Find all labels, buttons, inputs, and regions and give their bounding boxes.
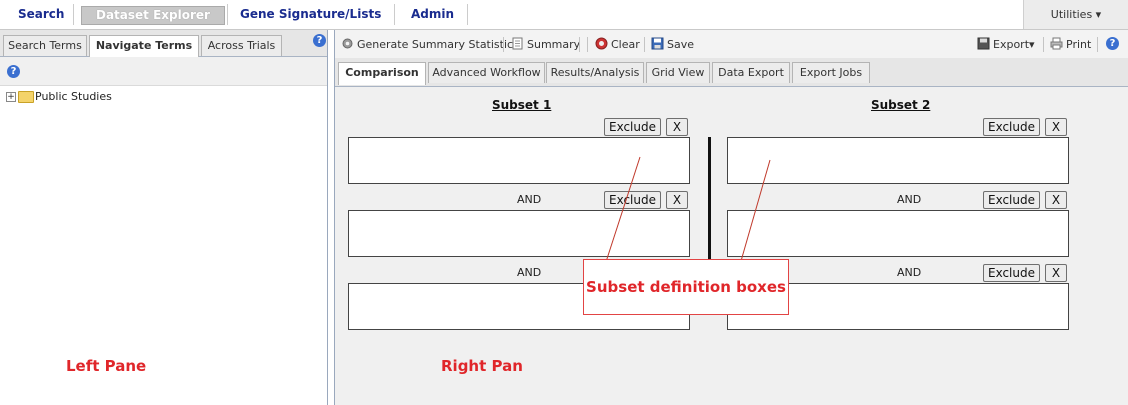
subset-1-title: Subset 1 [492, 98, 552, 112]
remove-button[interactable]: X [1045, 118, 1067, 136]
tab-navigate-terms[interactable]: Navigate Terms [89, 35, 199, 57]
help-icon[interactable]: ? [7, 65, 20, 78]
nav-search[interactable]: Search [18, 0, 64, 29]
summary-label: Summary [527, 38, 581, 51]
right-toolbar: Generate Summary Statistics Summary Clea… [335, 30, 1128, 59]
nav-dataset-explorer[interactable]: Dataset Explorer [81, 6, 225, 25]
top-navigation: Search Dataset Explorer Gene Signature/L… [0, 0, 1128, 30]
exclude-button[interactable]: Exclude [983, 191, 1040, 209]
export-label: Export▾ [993, 38, 1035, 51]
remove-button[interactable]: X [666, 191, 688, 209]
callout-box: Subset definition boxes [583, 259, 789, 315]
nav-gene-signature-lists[interactable]: Gene Signature/Lists [240, 0, 381, 29]
help-icon[interactable]: ? [313, 34, 326, 47]
tree-node-label[interactable]: Public Studies [35, 90, 112, 103]
toolbar-separator [1097, 37, 1098, 52]
printer-icon [1050, 37, 1063, 50]
nav-admin[interactable]: Admin [411, 0, 454, 29]
right-pane: Generate Summary Statistics Summary Clea… [334, 30, 1128, 405]
callout-text: Subset definition boxes [586, 278, 786, 296]
tab-search-terms[interactable]: Search Terms [3, 35, 87, 56]
left-tab-strip: Search Terms Navigate Terms Across Trial… [0, 30, 327, 57]
clear-button[interactable]: Clear [595, 37, 640, 53]
subset-1-definition-box-1[interactable] [348, 137, 690, 184]
nav-separator [73, 4, 74, 25]
expand-icon[interactable]: + [6, 92, 16, 102]
nav-separator [394, 4, 395, 25]
subset-1-definition-box-2[interactable] [348, 210, 690, 257]
exclude-button[interactable]: Exclude [604, 118, 661, 136]
remove-button[interactable]: X [1045, 264, 1067, 282]
tab-advanced-workflow[interactable]: Advanced Workflow [428, 62, 545, 83]
left-pane-annotation: Left Pane [66, 357, 147, 375]
and-label: AND [897, 193, 922, 206]
remove-button[interactable]: X [1045, 191, 1067, 209]
summary-statistics-button[interactable]: Generate Summary Statistics [341, 37, 519, 53]
left-pane-toolbar: ? [0, 57, 327, 86]
right-pane-annotation: Right Pan [441, 357, 523, 375]
subset-2-title: Subset 2 [871, 98, 931, 112]
subset-2-definition-box-2[interactable] [727, 210, 1069, 257]
nav-separator [467, 4, 468, 25]
save-label: Save [667, 38, 695, 51]
tab-export-jobs[interactable]: Export Jobs [792, 62, 870, 83]
utilities-menu[interactable]: Utilities ▾ [1023, 0, 1128, 29]
exclude-button[interactable]: Exclude [983, 264, 1040, 282]
toolbar-separator [1043, 37, 1044, 52]
help-icon[interactable]: ? [1106, 37, 1119, 50]
left-pane: Search Terms Navigate Terms Across Trial… [0, 30, 328, 405]
subset-divider [708, 137, 711, 259]
clear-icon [595, 37, 608, 50]
toolbar-separator [579, 37, 580, 52]
summary-statistics-label: Generate Summary Statistics [357, 38, 519, 51]
toolbar-separator [503, 37, 504, 52]
export-menu[interactable]: Export▾ [977, 37, 1035, 53]
and-label: AND [897, 266, 922, 279]
print-label: Print [1066, 38, 1092, 51]
toolbar-separator [587, 37, 588, 52]
and-label: AND [517, 193, 542, 206]
tab-results-analysis[interactable]: Results/Analysis [546, 62, 644, 83]
tab-comparison[interactable]: Comparison [338, 62, 426, 85]
exclude-button[interactable]: Exclude [604, 191, 661, 209]
save-icon [651, 37, 664, 50]
clear-label: Clear [611, 38, 640, 51]
summary-button[interactable]: Summary [511, 37, 580, 53]
document-icon [511, 37, 524, 50]
tab-across-trials[interactable]: Across Trials [201, 35, 282, 56]
save-button[interactable]: Save [651, 37, 694, 53]
toolbar-separator [644, 37, 645, 52]
folder-icon [18, 91, 34, 103]
export-icon [977, 37, 990, 50]
gear-icon [341, 37, 354, 50]
print-button[interactable]: Print [1050, 37, 1091, 53]
subset-2-definition-box-1[interactable] [727, 137, 1069, 184]
right-tab-strip: Comparison Advanced Workflow Results/Ana… [335, 58, 1128, 87]
tab-grid-view[interactable]: Grid View [646, 62, 710, 83]
remove-button[interactable]: X [666, 118, 688, 136]
and-label: AND [517, 266, 542, 279]
exclude-button[interactable]: Exclude [983, 118, 1040, 136]
nav-separator [227, 4, 228, 25]
tab-data-export[interactable]: Data Export [712, 62, 790, 83]
